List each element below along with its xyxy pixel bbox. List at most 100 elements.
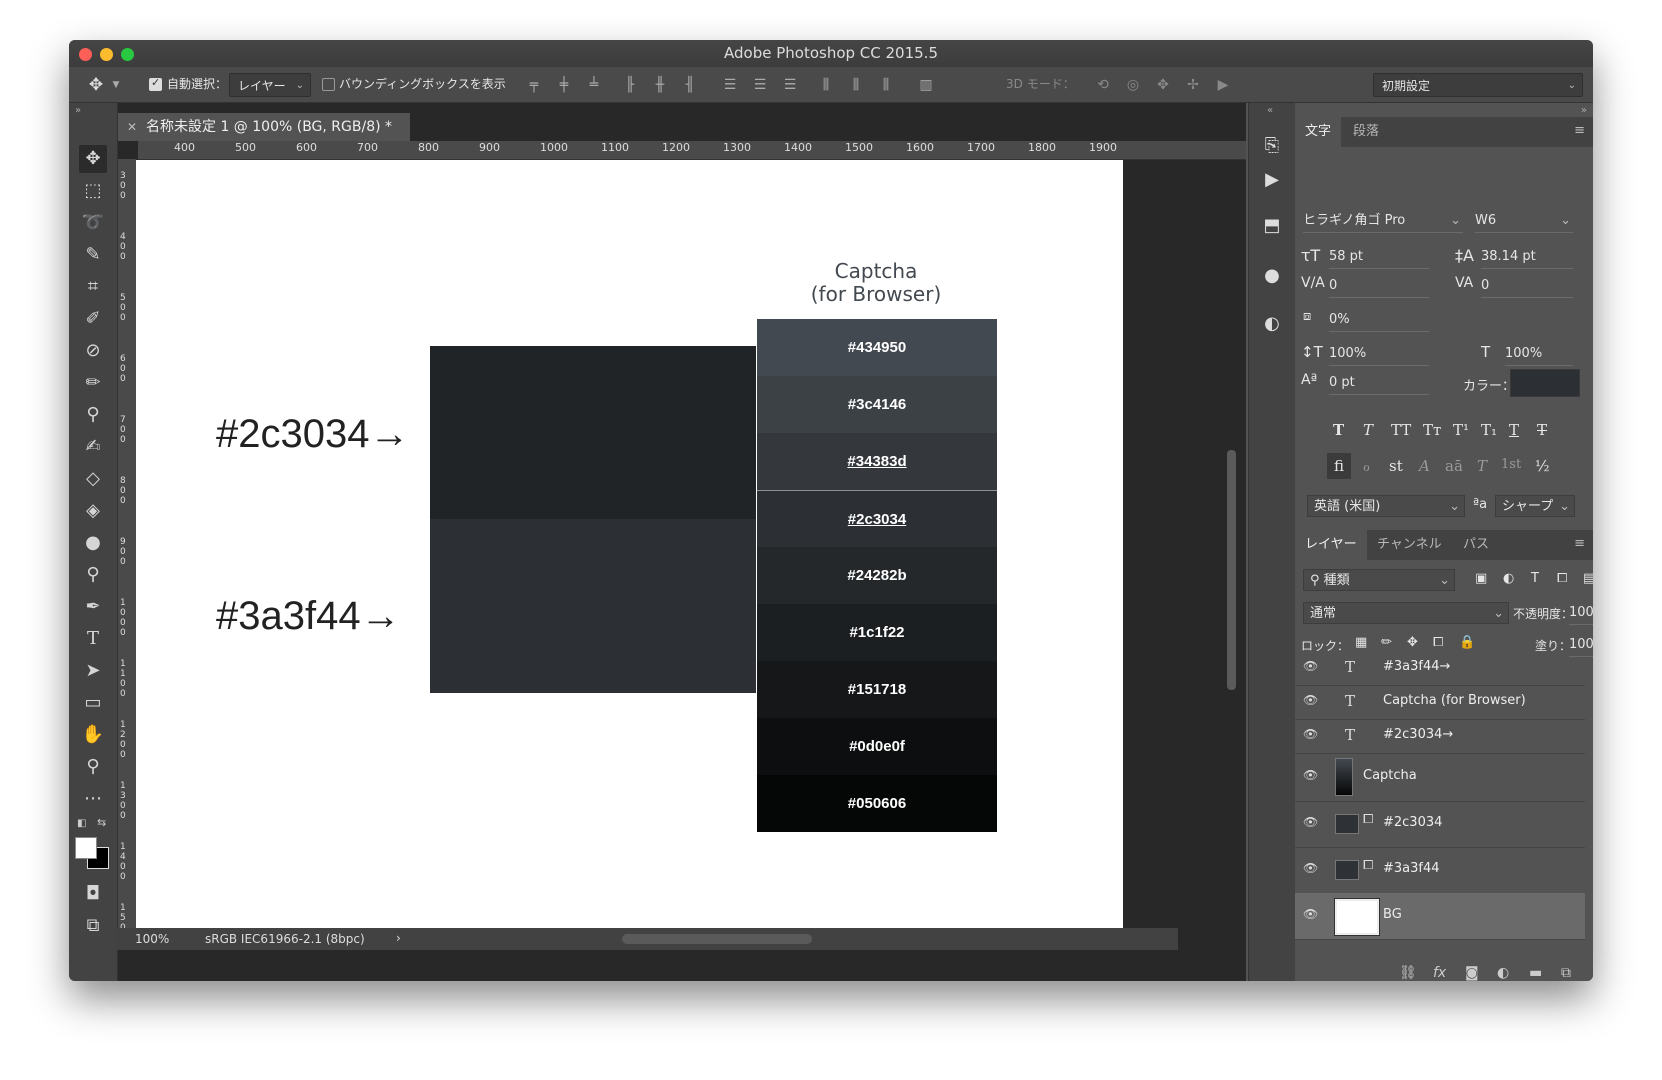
visibility-eye-icon[interactable]: 👁 [1303, 659, 1318, 673]
kerning-field[interactable]: 0 [1329, 275, 1429, 298]
workspace-dropdown[interactable]: 初期設定 ⌄ [1373, 73, 1583, 97]
chevron-down-icon[interactable]: ▼ [107, 76, 125, 94]
distribute-top-icon[interactable]: ☰ [721, 76, 739, 94]
layer-row[interactable]: 👁 BG [1295, 893, 1585, 940]
strikethrough-button[interactable]: T [1537, 421, 1547, 439]
minimize-window-button[interactable] [100, 48, 113, 61]
hand-tool-icon[interactable]: ✋ [79, 721, 107, 749]
dodge-tool-icon[interactable]: ⚲ [79, 561, 107, 589]
horizontal-scale-field[interactable]: 100% [1505, 343, 1573, 366]
marquee-tool-icon[interactable]: ⬚ [79, 177, 107, 205]
small-caps-button[interactable]: Tт [1423, 421, 1441, 439]
distribute-right-icon[interactable]: ⫼ [877, 76, 895, 94]
bounding-box-checkbox[interactable] [322, 78, 335, 91]
visibility-eye-icon[interactable]: 👁 [1303, 727, 1318, 741]
tsume-field[interactable]: 0% [1329, 309, 1429, 332]
fractions-button[interactable]: ½ [1535, 457, 1550, 475]
3d-panel-icon[interactable]: ⬒ [1259, 213, 1285, 239]
ordinals-button[interactable]: 1st [1501, 457, 1521, 472]
layer-filter-dropdown[interactable]: ⚲ 種類 ⌄ [1303, 569, 1455, 591]
default-colors-icon[interactable]: ◧ [77, 818, 86, 829]
panel-menu-icon[interactable]: ≡ [1574, 123, 1585, 138]
vertical-scale-field[interactable]: 100% [1329, 343, 1429, 366]
layer-row[interactable]: 👁 ⧠ #2c3034 [1295, 801, 1585, 848]
filter-type-icon[interactable]: T [1531, 571, 1539, 586]
vertical-scrollbar[interactable] [1227, 450, 1236, 690]
new-group-icon[interactable]: ▬ [1529, 965, 1542, 981]
eyedropper-tool-icon[interactable]: ✐ [79, 305, 107, 333]
tracking-field[interactable]: 0 [1481, 275, 1573, 298]
close-tab-icon[interactable]: ✕ [127, 113, 137, 141]
all-caps-button[interactable]: TT [1391, 421, 1411, 439]
visibility-eye-icon[interactable]: 👁 [1303, 815, 1318, 829]
quick-mask-icon[interactable]: ◘ [79, 880, 107, 908]
align-left-icon[interactable]: ╟ [621, 76, 639, 94]
blend-mode-dropdown[interactable]: 通常 ⌄ [1303, 602, 1509, 624]
filter-shape-icon[interactable]: ⧠ [1557, 571, 1567, 586]
clone-stamp-tool-icon[interactable]: ⚲ [79, 401, 107, 429]
new-adjustment-icon[interactable]: ◐ [1497, 965, 1509, 981]
language-dropdown[interactable]: 英語 (米国) ⌄ [1307, 495, 1465, 517]
old-style-button[interactable]: ℴ [1363, 457, 1370, 475]
filter-smart-object-icon[interactable]: ▤ [1583, 571, 1593, 586]
canvas[interactable]: #2c3034→ #3a3f44→ Captcha (for Browser) … [136, 160, 1123, 930]
auto-select-checkbox[interactable]: ✓ [149, 76, 162, 91]
add-mask-icon[interactable]: ◙ [1465, 965, 1479, 981]
font-size-field[interactable]: 58 pt [1329, 246, 1429, 269]
move-tool-icon[interactable]: ✥ [79, 145, 107, 173]
font-family-dropdown[interactable]: ヒラギノ角ゴ Pro ⌄ [1303, 210, 1463, 233]
tab-channels[interactable]: チャンネル [1367, 530, 1452, 560]
lasso-tool-icon[interactable]: ➰ [79, 209, 107, 237]
eraser-tool-icon[interactable]: ◇ [79, 465, 107, 493]
history-brush-tool-icon[interactable]: ✍ [79, 433, 107, 461]
swap-colors-icon[interactable]: ⇆ [97, 816, 106, 829]
collapse-panel-icon[interactable]: » [1581, 105, 1587, 116]
lock-transparent-icon[interactable]: ▦ [1355, 635, 1367, 650]
brush-settings-icon[interactable]: ● [1259, 263, 1285, 289]
blur-tool-icon[interactable]: ● [79, 529, 107, 557]
3d-pan-icon[interactable]: ✥ [1154, 76, 1172, 94]
collapse-panel-icon[interactable]: » [75, 105, 81, 116]
swash-button[interactable]: A [1419, 457, 1430, 475]
3d-slide-icon[interactable]: ✢ [1184, 76, 1202, 94]
auto-align-icon[interactable]: ▥ [917, 76, 935, 94]
magic-wand-tool-icon[interactable]: ✎ [79, 241, 107, 269]
antialias-dropdown[interactable]: シャープ ⌄ [1495, 495, 1575, 517]
distribute-left-icon[interactable]: ⫼ [817, 76, 835, 94]
zoom-level[interactable]: 100% [135, 932, 169, 946]
lock-all-icon[interactable]: 🔒 [1459, 635, 1475, 650]
healing-brush-tool-icon[interactable]: ⊘ [79, 337, 107, 365]
filter-pixel-icon[interactable]: ▣ [1475, 571, 1487, 586]
tab-paragraph[interactable]: 段落 [1343, 117, 1389, 147]
3d-camera-icon[interactable]: ▶ [1214, 76, 1232, 94]
more-tools-icon[interactable]: ⋯ [79, 785, 107, 813]
foreground-color-swatch[interactable] [75, 837, 97, 859]
move-tool-preset-icon[interactable]: ✥ [87, 76, 105, 94]
superscript-button[interactable]: T¹ [1453, 421, 1469, 439]
new-layer-icon[interactable]: ⧉ [1561, 965, 1571, 981]
layer-row[interactable]: 👁 T Captcha (for Browser) [1295, 685, 1585, 720]
paint-bucket-tool-icon[interactable]: ◈ [79, 497, 107, 525]
zoom-tool-icon[interactable]: ⚲ [79, 753, 107, 781]
ligatures-button[interactable]: fi [1327, 453, 1351, 479]
opacity-field[interactable]: 100% [1569, 602, 1593, 625]
layer-row[interactable]: 👁 T #2c3034→ [1295, 719, 1585, 754]
underline-button[interactable]: T [1509, 421, 1519, 439]
brush-tool-icon[interactable]: ✏ [79, 369, 107, 397]
link-layers-icon[interactable]: ⛓ [1399, 965, 1417, 981]
layer-row[interactable]: 👁 Captcha [1295, 753, 1585, 802]
align-top-icon[interactable]: ╤ [525, 76, 543, 94]
faux-italic-button[interactable]: T [1363, 421, 1373, 439]
titling-alternates-button[interactable]: T [1477, 457, 1487, 475]
horizontal-scrollbar[interactable] [622, 934, 812, 944]
pen-tool-icon[interactable]: ✒ [79, 593, 107, 621]
text-color-swatch[interactable] [1510, 369, 1580, 397]
visibility-eye-icon[interactable]: 👁 [1303, 861, 1318, 875]
auto-select-target-dropdown[interactable]: レイヤー ⌄ [229, 73, 311, 97]
baseline-shift-field[interactable]: 0 pt [1329, 372, 1429, 395]
lock-artboard-icon[interactable]: ⧠ [1433, 635, 1443, 650]
align-hcenter-icon[interactable]: ╫ [651, 76, 669, 94]
collapse-panel-icon[interactable]: « [1267, 105, 1273, 116]
visibility-eye-icon[interactable]: 👁 [1303, 907, 1318, 921]
document-tab[interactable]: ✕ 名称未設定 1 @ 100% (BG, RGB/8) * [118, 113, 410, 141]
